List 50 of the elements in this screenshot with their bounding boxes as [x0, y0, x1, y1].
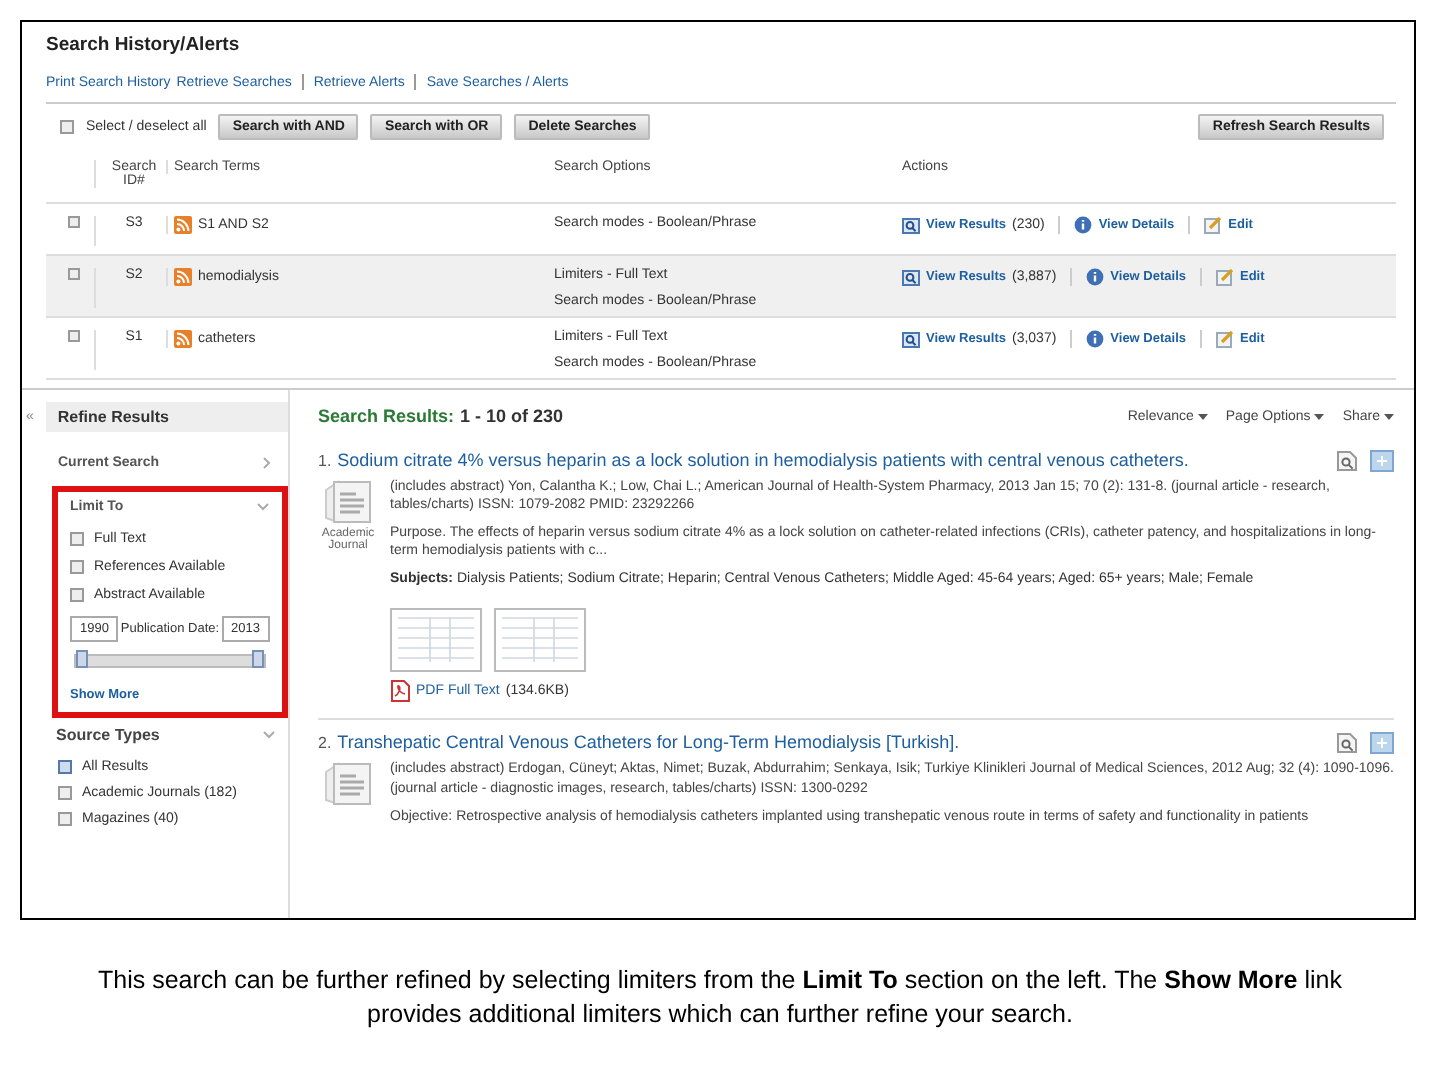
edit-icon	[1204, 216, 1223, 234]
edit-icon	[1216, 330, 1234, 348]
journal-icon	[322, 478, 374, 526]
result-title-link[interactable]: Sodium citrate 4% versus heparin as a lock solution in hemodialysis patients with central venous catheters.	[337, 450, 1189, 470]
results-range: 1 - 10 of 230	[460, 406, 564, 426]
limiter-checkbox[interactable]	[70, 588, 84, 602]
page-title: Search History/Alerts	[46, 34, 242, 56]
source-types-header[interactable]: Source Types	[56, 726, 160, 744]
table-thumbnail[interactable]	[390, 608, 482, 673]
preview-icon[interactable]	[1336, 732, 1358, 755]
select-all-checkbox[interactable]	[60, 120, 74, 134]
pdf-icon	[390, 680, 410, 703]
chevron-down-icon	[262, 730, 276, 740]
date-range-slider[interactable]	[74, 654, 266, 668]
journal-icon	[322, 760, 374, 809]
refine-results-header: Refine Results	[45, 402, 288, 432]
caret-icon	[1384, 413, 1394, 419]
row-checkbox[interactable]	[68, 216, 80, 228]
result-number: 2.	[318, 734, 332, 753]
row-checkbox[interactable]	[68, 268, 80, 280]
search-icon	[902, 269, 920, 285]
source-type-checkbox[interactable]	[58, 786, 72, 800]
limiter-checkbox[interactable]	[70, 532, 84, 546]
info-icon	[1086, 330, 1105, 348]
folder-icon[interactable]	[1370, 732, 1394, 755]
source-type-checkbox[interactable]	[58, 760, 72, 774]
folder-icon[interactable]	[1370, 450, 1394, 472]
chevron-right-icon	[262, 456, 272, 470]
rss-icon[interactable]	[174, 268, 192, 286]
edit-icon	[1216, 268, 1234, 286]
slider-handle[interactable]	[76, 650, 88, 668]
chevron-down-icon	[256, 502, 270, 512]
source-type-checkbox[interactable]	[58, 812, 72, 826]
info-icon	[1086, 268, 1105, 286]
results-heading: Search Results:	[318, 406, 455, 426]
result-title-link[interactable]: Transhepatic Central Venous Catheters for Long-Term Hemodialysis [Turkish].	[337, 732, 960, 753]
rss-icon[interactable]	[174, 330, 192, 348]
rss-icon[interactable]	[174, 216, 192, 234]
result-number: 1.	[318, 452, 332, 470]
limiter-checkbox[interactable]	[70, 560, 84, 574]
table-thumbnail[interactable]	[494, 608, 586, 673]
info-icon	[1074, 216, 1093, 234]
search-icon	[902, 217, 920, 233]
preview-icon[interactable]	[1336, 450, 1358, 472]
caption-text: This search can be further refined by selecting limiters from the Limit To section on the left. The Show More link provides additional limiters which can further refine your search.	[95, 964, 1344, 1032]
caret-icon	[1197, 413, 1208, 419]
search-icon	[902, 331, 920, 347]
row-checkbox[interactable]	[68, 330, 80, 342]
caret-icon	[1314, 413, 1325, 419]
slider-handle[interactable]	[252, 650, 264, 668]
